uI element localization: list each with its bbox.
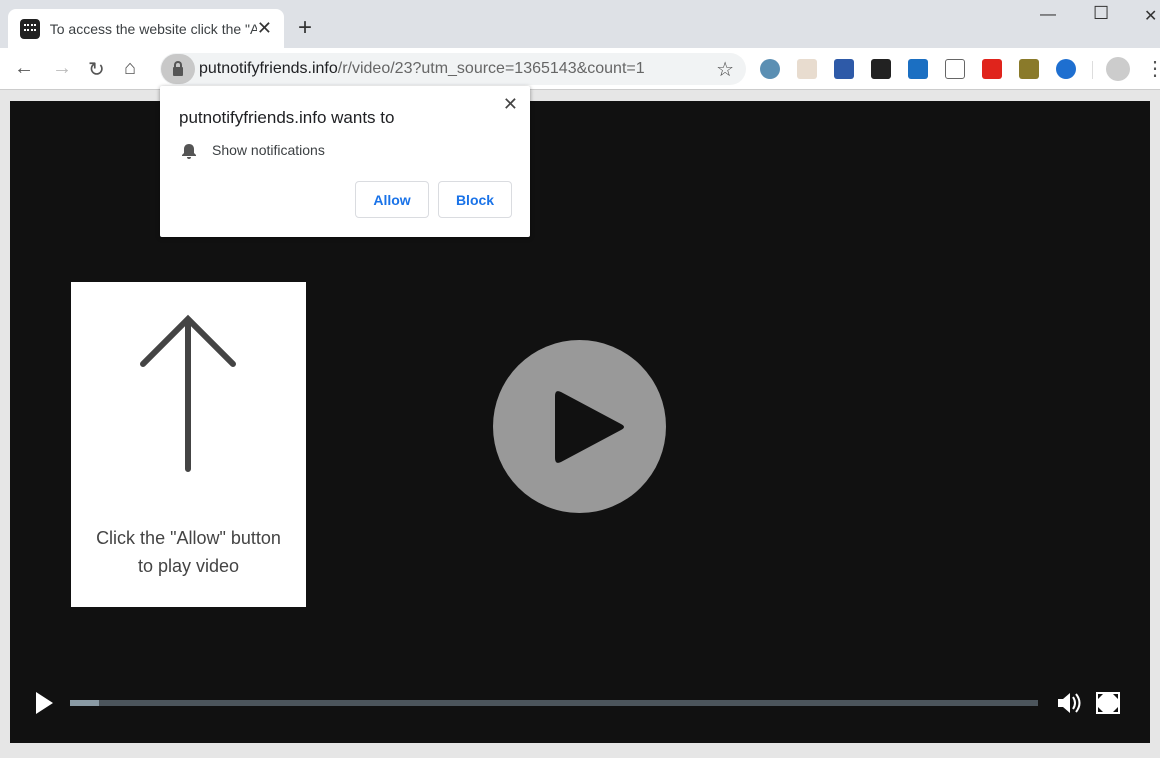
toolbar: ← → ↻ ⌂ putnotifyfriends.info/r/video/23… — [0, 48, 1160, 90]
reload-button[interactable]: ↻ — [88, 57, 105, 82]
permission-label: Show notifications — [212, 142, 325, 158]
card-text-line2: to play video — [137, 556, 240, 576]
new-tab-button[interactable]: + — [298, 14, 312, 42]
minimize-button[interactable]: — — [1040, 6, 1056, 24]
dialog-title: putnotifyfriends.info wants to — [179, 108, 395, 127]
allow-button[interactable]: Allow — [355, 181, 429, 218]
notification-permission-dialog: putnotifyfriends.info wants to ✕ Show no… — [160, 86, 530, 237]
magnifier-extension-icon[interactable] — [760, 59, 780, 79]
progress-bar[interactable] — [70, 700, 1038, 706]
tab-strip: To access the website click the "Allow" … — [0, 0, 1160, 48]
y-extension-icon[interactable] — [797, 59, 817, 79]
address-bar[interactable]: putnotifyfriends.info/r/video/23?utm_sou… — [160, 53, 746, 85]
cc-extension-icon[interactable] — [1019, 59, 1039, 79]
block-button[interactable]: Block — [438, 181, 512, 218]
tab-close-icon[interactable]: ✕ — [257, 18, 272, 39]
s-extension-icon[interactable] — [871, 59, 891, 79]
url-path: /r/video/23?utm_source=1365143&count=1 — [337, 60, 645, 77]
bell-icon — [182, 144, 196, 159]
pdf-extension-icon[interactable] — [908, 59, 928, 79]
lock-icon — [173, 60, 183, 76]
search-extension-icon[interactable] — [1056, 59, 1076, 79]
arrow-up-icon — [140, 314, 236, 472]
play-icon — [555, 391, 624, 463]
card-text-line1: Click the "Allow" button — [96, 528, 281, 548]
volume-icon[interactable] — [1056, 691, 1082, 715]
back-button[interactable]: ← — [14, 57, 34, 80]
dialog-close-button[interactable]: ✕ — [503, 94, 518, 115]
close-window-button[interactable]: ✕ — [1144, 6, 1157, 26]
play-control-button[interactable] — [36, 692, 53, 714]
favicon-icon — [20, 18, 40, 39]
tree-extension-icon[interactable] — [834, 59, 854, 79]
forward-button[interactable]: → — [52, 57, 72, 80]
popcorn-extension-icon[interactable] — [982, 59, 1002, 79]
divider — [1092, 61, 1093, 79]
big-play-button[interactable] — [493, 340, 666, 513]
url-text[interactable]: putnotifyfriends.info/r/video/23?utm_sou… — [199, 60, 645, 78]
fullscreen-icon[interactable] — [1095, 691, 1121, 715]
profile-avatar[interactable] — [1106, 57, 1130, 81]
instruction-card: Click the "Allow" button to play video — [71, 282, 306, 607]
progress-fill — [70, 700, 100, 706]
maximize-button[interactable]: ☐ — [1093, 3, 1109, 24]
menu-kebab-icon[interactable]: ⋮ — [1145, 56, 1160, 81]
home-button[interactable]: ⌂ — [124, 57, 136, 80]
site-info-button[interactable] — [161, 54, 195, 84]
bookmark-star-icon[interactable]: ☆ — [716, 57, 734, 82]
tab-active[interactable]: To access the website click the "Allow" … — [8, 9, 284, 48]
tab-title: To access the website click the "Allow" — [49, 20, 257, 37]
document-extension-icon[interactable] — [945, 59, 965, 79]
url-domain: putnotifyfriends.info — [199, 60, 338, 77]
